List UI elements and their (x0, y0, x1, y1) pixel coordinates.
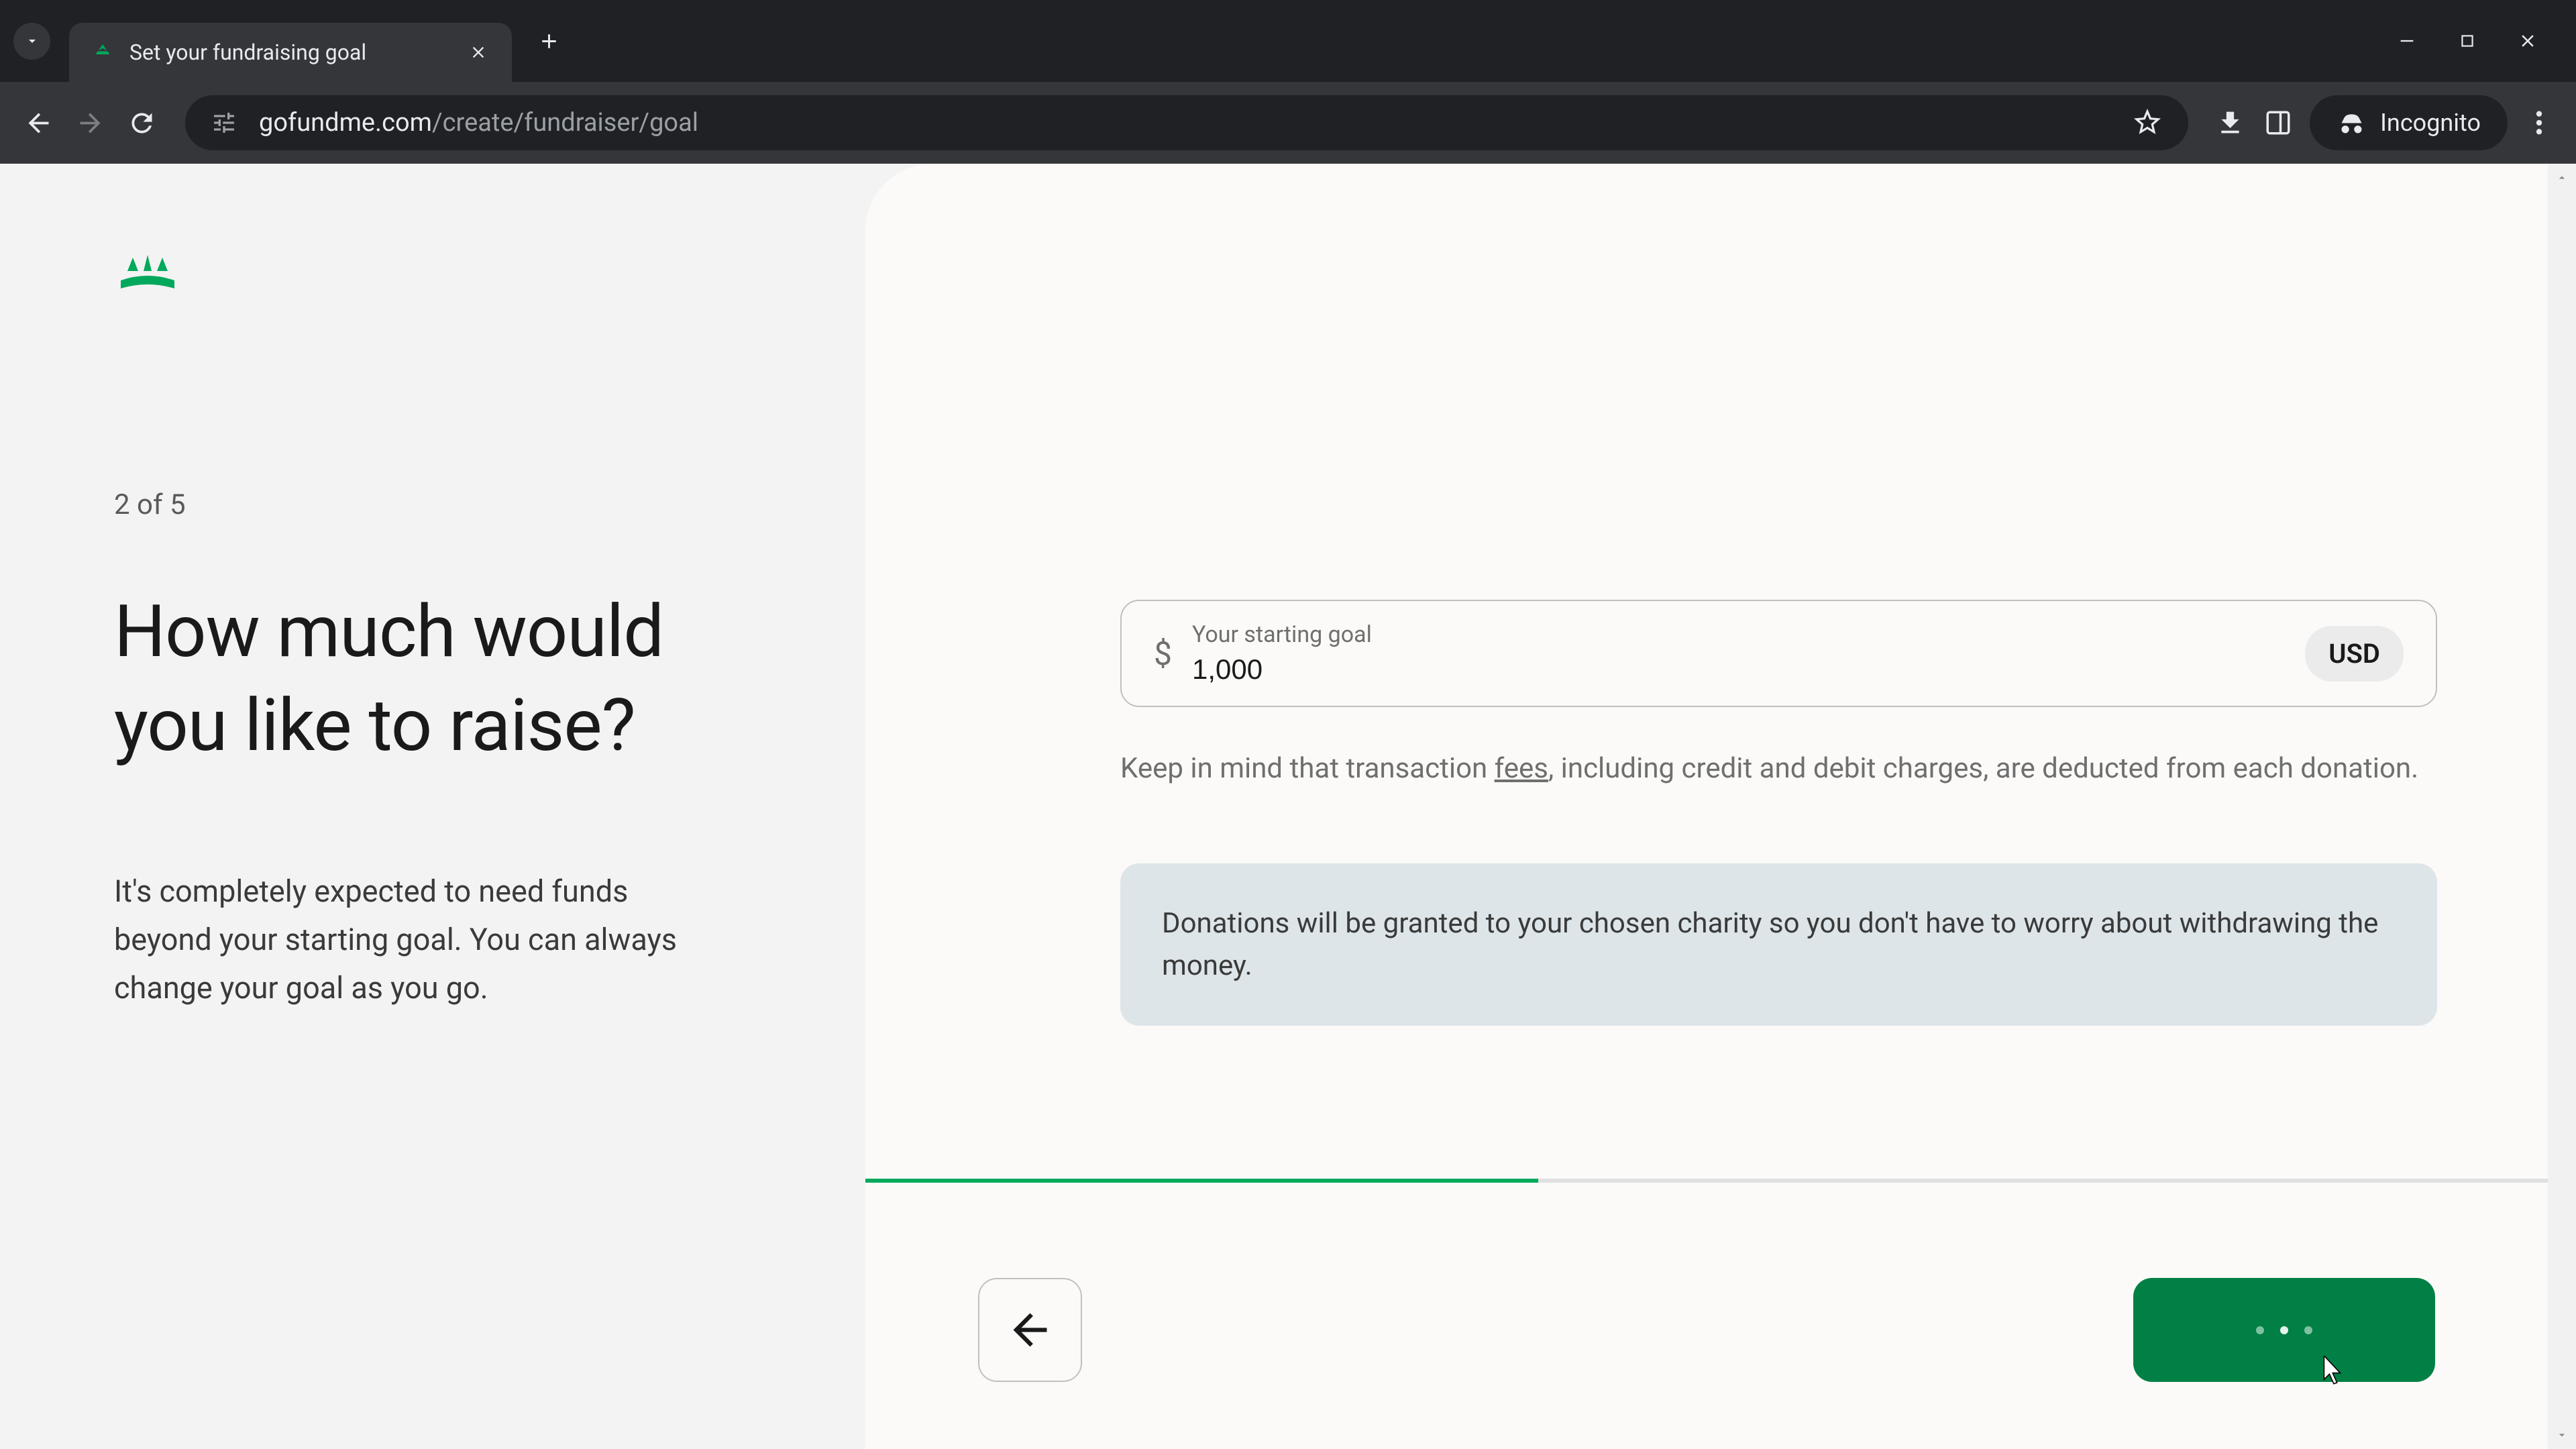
page-description: It's completely expected to need funds b… (114, 867, 731, 1012)
forward-button[interactable] (72, 105, 109, 142)
close-icon (2518, 31, 2538, 51)
new-tab-button[interactable] (531, 23, 568, 60)
left-panel: 2 of 5 How much would you like to raise?… (0, 164, 865, 1449)
arrow-left-icon (1005, 1305, 1055, 1355)
minimize-button[interactable] (2395, 30, 2418, 53)
currency-symbol: $ (1154, 635, 1172, 673)
tab-favicon (89, 39, 116, 66)
downloads-button[interactable] (2213, 106, 2247, 140)
loading-dot (2256, 1326, 2264, 1334)
close-window-button[interactable] (2516, 30, 2539, 53)
incognito-label: Incognito (2380, 109, 2481, 137)
plus-icon (537, 30, 561, 53)
reading-list-button[interactable] (2261, 106, 2295, 140)
caret-down-icon (2555, 1428, 2569, 1442)
maximize-button[interactable] (2455, 30, 2479, 53)
menu-button[interactable] (2522, 106, 2556, 140)
site-info-button[interactable] (209, 108, 239, 138)
browser-tab[interactable]: Set your fundraising goal (69, 23, 512, 82)
window-controls (2395, 30, 2563, 53)
continue-button[interactable] (2133, 1278, 2435, 1382)
more-vert-icon (2535, 109, 2543, 136)
arrow-right-icon (75, 108, 105, 138)
back-button[interactable] (20, 105, 57, 142)
reload-icon (127, 108, 157, 138)
download-icon (2215, 108, 2245, 138)
scrollbar[interactable] (2548, 164, 2576, 1449)
close-icon (469, 43, 488, 62)
tune-icon (211, 109, 237, 136)
incognito-icon (2337, 108, 2367, 138)
tab-title: Set your fundraising goal (129, 40, 451, 65)
gofundme-logo[interactable] (114, 251, 751, 301)
goal-amount-input[interactable] (1192, 653, 2285, 686)
page-content: 2 of 5 How much would you like to raise?… (0, 164, 2576, 1449)
currency-badge[interactable]: USD (2305, 626, 2404, 682)
fees-note: Keep in mind that transaction fees, incl… (1120, 747, 2437, 790)
star-icon (2131, 106, 2163, 138)
arrow-left-icon (23, 108, 54, 138)
panel-icon (2264, 109, 2292, 137)
address-bar[interactable]: gofundme.com/create/fundraiser/goal (185, 95, 2188, 150)
bookmark-button[interactable] (2131, 106, 2165, 140)
incognito-badge[interactable]: Incognito (2310, 95, 2508, 150)
goal-input-container[interactable]: $ Your starting goal USD (1120, 600, 2437, 707)
loading-dot (2304, 1326, 2312, 1334)
caret-up-icon (2555, 171, 2569, 184)
scroll-up-button[interactable] (2548, 164, 2576, 192)
progress-fill (865, 1179, 1538, 1183)
right-panel: $ Your starting goal USD Keep in mind th… (865, 164, 2548, 1449)
progress-bar (865, 1179, 2548, 1183)
step-indicator: 2 of 5 (114, 488, 751, 521)
tab-search-button[interactable] (13, 23, 50, 60)
charity-info-box: Donations will be granted to your chosen… (1120, 863, 2437, 1026)
minimize-icon (2398, 32, 2416, 50)
reload-button[interactable] (123, 105, 160, 142)
maximize-icon (2459, 32, 2476, 50)
page-heading: How much would you like to raise? (114, 585, 751, 773)
fees-link[interactable]: fees (1495, 752, 1548, 785)
nav-footer (978, 1278, 2435, 1382)
tab-close-button[interactable] (465, 39, 492, 66)
chevron-down-icon (24, 33, 40, 49)
browser-toolbar: gofundme.com/create/fundraiser/goal Inco… (0, 82, 2576, 164)
browser-titlebar: Set your fundraising goal (0, 0, 2576, 82)
scroll-down-button[interactable] (2548, 1421, 2576, 1449)
goal-input-label: Your starting goal (1192, 621, 2285, 648)
input-group: Your starting goal (1192, 621, 2285, 686)
url-text: gofundme.com/create/fundraiser/goal (259, 108, 2111, 138)
loading-dot (2280, 1326, 2288, 1334)
previous-step-button[interactable] (978, 1278, 1082, 1382)
